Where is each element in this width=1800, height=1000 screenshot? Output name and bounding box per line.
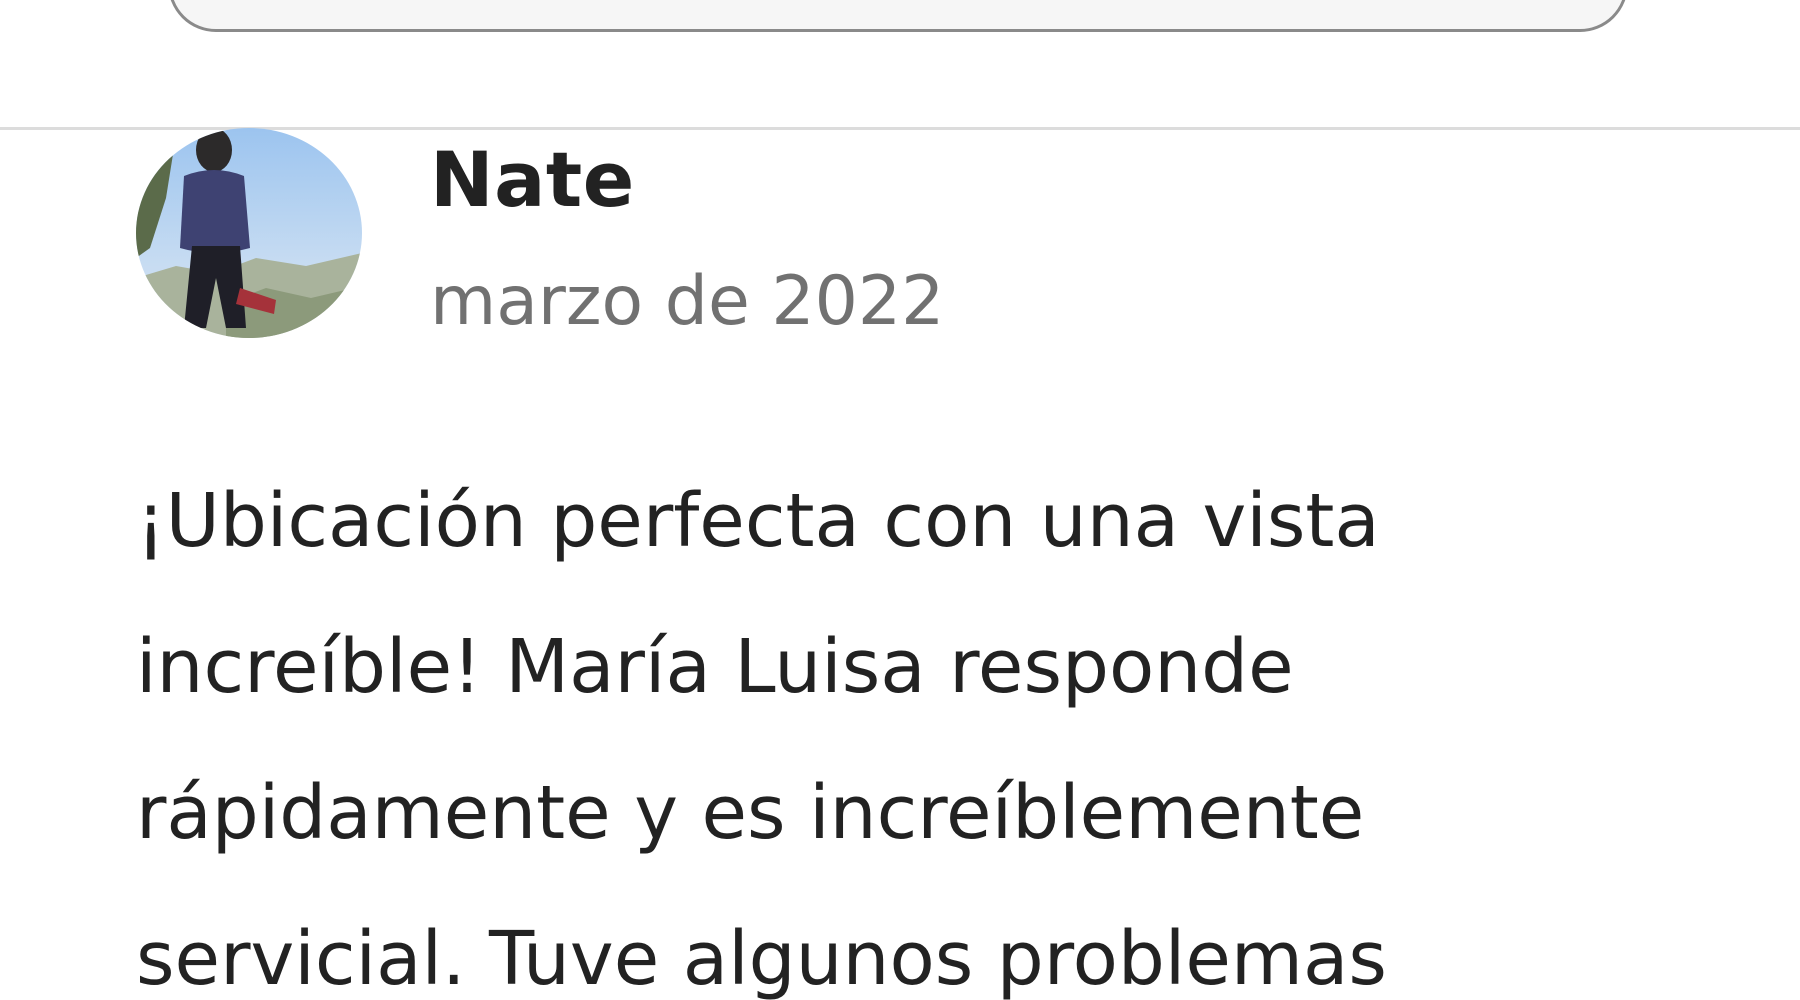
reviewer-photo — [136, 128, 362, 338]
review-text-line: increíble! María Luisa responde — [136, 624, 1294, 710]
review-screen: Nate marzo de 2022 ¡Ubicación perfecta c… — [0, 0, 1800, 1000]
review-text: ¡Ubicación perfecta con una vista increí… — [136, 448, 1716, 1000]
review-text-line: ¡Ubicación perfecta con una vista — [136, 478, 1380, 564]
reviewer-avatar[interactable] — [136, 128, 362, 338]
review-text-line: servicial. Tuve algunos problemas — [136, 916, 1387, 1000]
search-bar[interactable] — [168, 0, 1628, 32]
review-date: marzo de 2022 — [430, 262, 945, 341]
review-text-line: rápidamente y es increíblemente — [136, 770, 1365, 856]
reviewer-name: Nate — [430, 135, 635, 224]
